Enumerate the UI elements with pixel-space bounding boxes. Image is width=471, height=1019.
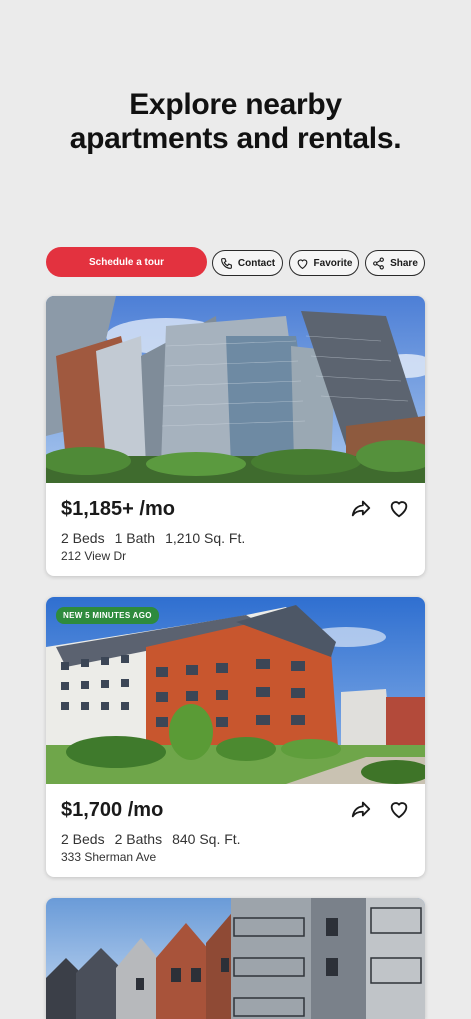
headline-line-2: apartments and rentals. bbox=[69, 122, 402, 155]
listing-baths: 2 Baths bbox=[114, 831, 163, 847]
listing-actions bbox=[350, 497, 410, 519]
listing-beds: 2 Beds bbox=[61, 530, 105, 546]
contact-button[interactable]: Contact bbox=[212, 250, 283, 276]
page-headline: Explore nearby apartments and rentals. bbox=[0, 88, 471, 156]
listing-address: 212 View Dr bbox=[61, 549, 127, 563]
favorite-label: Favorite bbox=[313, 257, 353, 269]
share-label: Share bbox=[390, 257, 418, 269]
listing-card[interactable]: NEW 5 MINUTES AGO $1,700 /mo 2 Beds 2 Ba… bbox=[46, 597, 425, 877]
listing-photo[interactable] bbox=[46, 296, 425, 483]
favorite-button[interactable]: Favorite bbox=[289, 250, 359, 276]
listing-beds: 2 Beds bbox=[61, 831, 105, 847]
building-photo bbox=[46, 898, 425, 1019]
phone-icon bbox=[220, 257, 232, 269]
share-icon bbox=[373, 257, 385, 269]
listing-address: 333 Sherman Ave bbox=[61, 850, 157, 864]
listing-specs: 2 Beds 2 Baths 840 Sq. Ft. bbox=[61, 831, 410, 847]
building-photo bbox=[46, 296, 425, 483]
listing-baths: 1 Bath bbox=[114, 530, 156, 546]
listing-photo[interactable] bbox=[46, 898, 425, 1019]
headline-line-1: Explore nearby bbox=[129, 88, 342, 121]
listing-specs: 2 Beds 1 Bath 1,210 Sq. Ft. bbox=[61, 530, 410, 546]
heart-icon bbox=[297, 258, 307, 269]
action-bar: Schedule a tour Contact Favorite Share bbox=[46, 247, 426, 277]
listing-card[interactable] bbox=[46, 898, 425, 1019]
new-listing-badge: NEW 5 MINUTES AGO bbox=[56, 607, 159, 624]
share-button[interactable]: Share bbox=[365, 250, 425, 276]
schedule-tour-label: Schedule a tour bbox=[88, 256, 164, 268]
listing-details: $1,185+ /mo 2 Beds 1 Bath 1,210 Sq. Ft. … bbox=[46, 483, 425, 576]
forward-arrow-icon[interactable] bbox=[350, 497, 372, 519]
building-photo bbox=[46, 597, 425, 784]
listing-details: $1,700 /mo 2 Beds 2 Baths 840 Sq. Ft. 33… bbox=[46, 784, 425, 877]
contact-label: Contact bbox=[237, 257, 276, 269]
listing-actions bbox=[350, 798, 410, 820]
heart-icon[interactable] bbox=[388, 798, 410, 820]
listing-photo[interactable]: NEW 5 MINUTES AGO bbox=[46, 597, 425, 784]
forward-arrow-icon[interactable] bbox=[350, 798, 372, 820]
heart-icon[interactable] bbox=[388, 497, 410, 519]
listing-sqft: 1,210 Sq. Ft. bbox=[165, 530, 246, 546]
listing-sqft: 840 Sq. Ft. bbox=[172, 831, 241, 847]
schedule-tour-button[interactable]: Schedule a tour bbox=[46, 247, 207, 277]
listing-card[interactable]: $1,185+ /mo 2 Beds 1 Bath 1,210 Sq. Ft. … bbox=[46, 296, 425, 576]
